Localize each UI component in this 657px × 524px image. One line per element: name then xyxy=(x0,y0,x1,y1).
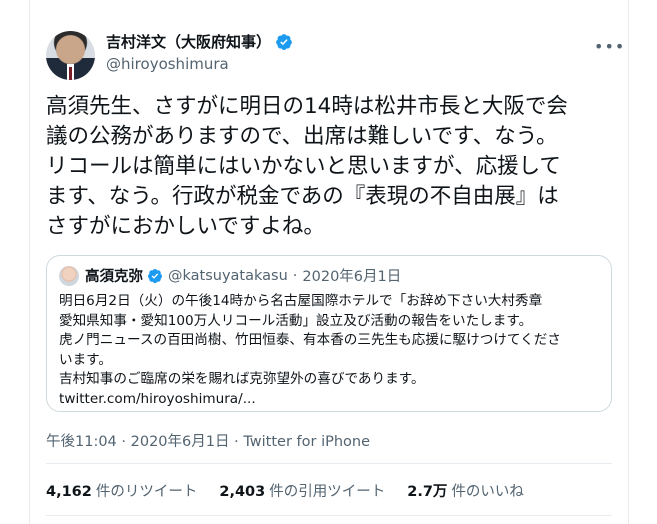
quoted-author-name: 高須克弥 xyxy=(85,269,143,285)
avatar-tie xyxy=(69,67,72,80)
tweet-text: 高須先生、さすがに明日の14時は松井市長と大阪で会 議の公務がありますので、出席… xyxy=(46,94,568,239)
quoted-tweet-card[interactable]: 高須克弥 @katsuyatakasu · 2020年6月1日 明日6月2日（火… xyxy=(46,255,612,412)
stats-top-divider xyxy=(46,463,612,464)
retweets-count: 4,162 xyxy=(46,484,92,500)
quoted-tweet-header: 高須克弥 @katsuyatakasu · 2020年6月1日 xyxy=(59,265,401,286)
likes-stat[interactable]: 2.7万 件のいいね xyxy=(407,480,524,501)
retweets-stat[interactable]: 4,162 件のリツイート xyxy=(46,480,197,501)
quoted-author-handle: @katsuyatakasu xyxy=(168,267,288,284)
tweet-source-link[interactable]: Twitter for iPhone xyxy=(243,434,370,450)
author-handle[interactable]: @hiroyoshimura xyxy=(106,55,229,73)
likes-label: 件のいいね xyxy=(451,484,524,500)
tweet-time[interactable]: 午後11:04 xyxy=(46,434,117,450)
tweet-timestamp-row: 午後11:04 · 2020年6月1日 · Twitter for iPhone xyxy=(46,430,370,451)
column-border-right xyxy=(628,0,629,524)
quoted-author-avatar xyxy=(59,265,79,286)
tweet-date[interactable]: 2020年6月1日 xyxy=(131,434,230,450)
stats-bottom-divider xyxy=(46,515,612,516)
verified-badge-icon xyxy=(276,33,292,50)
tweet-stats-row: 4,162 件のリツイート 2,403 件の引用ツイート 2.7万 件のいいね xyxy=(46,480,546,501)
author-display-name[interactable]: 吉村洋文（大阪府知事） xyxy=(106,31,271,52)
quote-tweets-count: 2,403 xyxy=(219,484,266,500)
retweets-label: 件のリツイート xyxy=(95,484,198,500)
column-border-left xyxy=(29,0,30,524)
quoted-verified-badge-icon xyxy=(148,268,162,283)
quoted-meta-separator: · xyxy=(292,267,298,284)
more-options-icon[interactable]: ••• xyxy=(594,37,625,56)
likes-count: 2.7万 xyxy=(407,484,448,500)
quote-tweets-label: 件の引用ツイート xyxy=(269,484,386,500)
author-name-row[interactable]: 吉村洋文（大阪府知事） xyxy=(106,31,293,52)
quote-tweets-stat[interactable]: 2,403 件の引用ツイート xyxy=(219,480,385,501)
timestamp-separator: · xyxy=(121,434,127,450)
quoted-tweet-date: 2020年6月1日 xyxy=(302,269,402,285)
timestamp-separator: · xyxy=(234,434,239,450)
quoted-tweet-text: 明日6月2日（火）の午後14時から名古屋国際ホテルで「お辞め下さい大村秀章 愛知… xyxy=(59,293,561,407)
author-avatar[interactable] xyxy=(46,31,95,80)
